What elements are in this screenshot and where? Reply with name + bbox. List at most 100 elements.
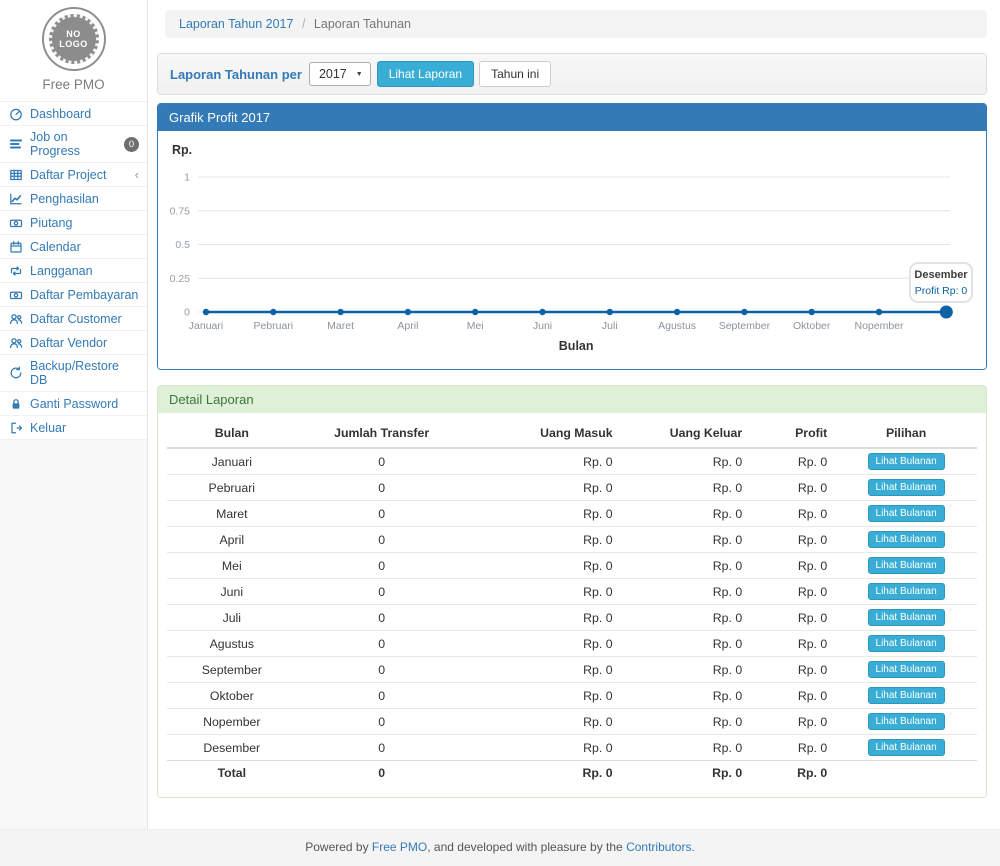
chart-xtick-label: Maret	[327, 320, 354, 332]
sidebar-item-daftar-vendor[interactable]: Daftar Vendor	[0, 331, 147, 355]
column-header-uang-masuk: Uang Masuk	[467, 419, 621, 448]
cell-bulan: Agustus	[167, 631, 297, 657]
sign-out-icon	[8, 421, 24, 435]
users-icon	[8, 336, 24, 350]
footer-text: , and developed with pleasure by the	[427, 840, 626, 854]
cell-uang-keluar: Rp. 0	[621, 527, 751, 553]
chart-point[interactable]	[607, 309, 613, 315]
cell-uang-keluar: Rp. 0	[621, 605, 751, 631]
sidebar-item-label: Daftar Vendor	[30, 336, 107, 350]
lihat-laporan-button[interactable]: Lihat Laporan	[377, 61, 474, 87]
cell-uang-keluar: Rp. 0	[621, 657, 751, 683]
cell-profit: Rp. 0	[750, 631, 835, 657]
sidebar-item-ganti-password[interactable]: Ganti Password	[0, 392, 147, 416]
table-header-row: Bulan Jumlah Transfer Uang Masuk Uang Ke…	[167, 419, 977, 448]
footer-link-free-pmo[interactable]: Free PMO	[372, 840, 427, 854]
sidebar-item-backup-restore-db[interactable]: Backup/Restore DB	[0, 355, 147, 392]
sidebar-item-dashboard[interactable]: Dashboard	[0, 102, 147, 126]
chart-point[interactable]	[876, 309, 882, 315]
sidebar-item-label: Calendar	[30, 240, 81, 254]
chart-point[interactable]	[337, 309, 343, 315]
refresh-icon	[8, 366, 24, 380]
chevron-left-icon: ‹	[135, 168, 139, 181]
sidebar-item-calendar[interactable]: Calendar	[0, 235, 147, 259]
lihat-bulanan-button[interactable]: Lihat Bulanan	[868, 505, 945, 522]
sidebar-item-daftar-pembayaran[interactable]: Daftar Pembayaran	[0, 283, 147, 307]
retweet-icon	[8, 264, 24, 278]
tahun-ini-button[interactable]: Tahun ini	[479, 61, 551, 87]
cell-profit: Rp. 0	[750, 657, 835, 683]
table-row: Maret0Rp. 0Rp. 0Rp. 0Lihat Bulanan	[167, 501, 977, 527]
cell-jumlah-transfer: 0	[297, 605, 467, 631]
lihat-bulanan-button[interactable]: Lihat Bulanan	[868, 713, 945, 730]
lihat-bulanan-button[interactable]: Lihat Bulanan	[868, 531, 945, 548]
cell-pilihan: Lihat Bulanan	[835, 448, 977, 475]
cell-bulan: Januari	[167, 448, 297, 475]
cell-profit: Rp. 0	[750, 579, 835, 605]
breadcrumb-link-laporan-tahun[interactable]: Laporan Tahun 2017	[179, 17, 293, 31]
cell-bulan: Juni	[167, 579, 297, 605]
table-row: Oktober0Rp. 0Rp. 0Rp. 0Lihat Bulanan	[167, 683, 977, 709]
footer-link-contributors[interactable]: Contributors.	[626, 840, 695, 854]
cell-jumlah-transfer: 0	[297, 579, 467, 605]
table-row: Desember0Rp. 0Rp. 0Rp. 0Lihat Bulanan	[167, 735, 977, 761]
chart-point[interactable]	[539, 309, 545, 315]
chart-point[interactable]	[270, 309, 276, 315]
chart-point[interactable]	[741, 309, 747, 315]
table-row: Mei0Rp. 0Rp. 0Rp. 0Lihat Bulanan	[167, 553, 977, 579]
cell-pilihan: Lihat Bulanan	[835, 553, 977, 579]
cell-bulan: Pebruari	[167, 475, 297, 501]
sidebar-item-daftar-customer[interactable]: Daftar Customer	[0, 307, 147, 331]
sidebar-item-langganan[interactable]: Langganan	[0, 259, 147, 283]
chart-xtick-label: Juli	[602, 320, 618, 332]
sidebar-item-penghasilan[interactable]: Penghasilan	[0, 187, 147, 211]
lihat-bulanan-button[interactable]: Lihat Bulanan	[868, 557, 945, 574]
table-row: Agustus0Rp. 0Rp. 0Rp. 0Lihat Bulanan	[167, 631, 977, 657]
lock-icon	[8, 397, 24, 411]
chart-point[interactable]	[809, 309, 815, 315]
sidebar-menu: Dashboard Job on Progress 0 Daftar Proje…	[0, 101, 147, 440]
page: NO LOGO Free PMO Dashboard Job on Progre…	[0, 0, 1000, 829]
footer-text: Powered by	[305, 840, 372, 854]
cell-uang-masuk: Rp. 0	[467, 448, 621, 475]
sidebar-item-label: Daftar Customer	[30, 312, 122, 326]
chart-xtick-label: Agustus	[658, 320, 696, 332]
chart-panel-title: Grafik Profit 2017	[158, 104, 986, 131]
chart-xlabel: Bulan	[559, 339, 594, 353]
cell-bulan: Juli	[167, 605, 297, 631]
lihat-bulanan-button[interactable]: Lihat Bulanan	[868, 583, 945, 600]
chart-point[interactable]	[940, 306, 953, 319]
caret-down-icon: ▼	[356, 71, 363, 78]
lihat-bulanan-button[interactable]: Lihat Bulanan	[868, 661, 945, 678]
chart-point[interactable]	[472, 309, 478, 315]
chart-point[interactable]	[674, 309, 680, 315]
chart-point[interactable]	[203, 309, 209, 315]
no-logo-badge: NO LOGO	[42, 7, 106, 71]
detail-panel-body: Bulan Jumlah Transfer Uang Masuk Uang Ke…	[158, 413, 986, 797]
cell-uang-keluar: Rp. 0	[621, 631, 751, 657]
sidebar-item-keluar[interactable]: Keluar	[0, 416, 147, 440]
cell-jumlah-transfer: 0	[297, 709, 467, 735]
cell-profit: Rp. 0	[750, 448, 835, 475]
year-select-value: 2017	[319, 67, 347, 81]
sidebar-item-daftar-project[interactable]: Daftar Project ‹	[0, 163, 147, 187]
lihat-bulanan-button[interactable]: Lihat Bulanan	[868, 739, 945, 756]
lihat-bulanan-button[interactable]: Lihat Bulanan	[868, 609, 945, 626]
cell-pilihan: Lihat Bulanan	[835, 631, 977, 657]
chart-point[interactable]	[405, 309, 411, 315]
cell-bulan: Mei	[167, 553, 297, 579]
lihat-bulanan-button[interactable]: Lihat Bulanan	[868, 453, 945, 470]
lihat-bulanan-button[interactable]: Lihat Bulanan	[868, 635, 945, 652]
year-select[interactable]: 2017 ▼	[309, 62, 371, 86]
sidebar-item-label: Keluar	[30, 421, 66, 435]
table-row: Januari0Rp. 0Rp. 0Rp. 0Lihat Bulanan	[167, 448, 977, 475]
cell-profit: Rp. 0	[750, 501, 835, 527]
profit-line-chart: Rp.00.250.50.751JanuariPebruariMaretApri…	[158, 131, 986, 369]
cell-jumlah-transfer: 0	[297, 448, 467, 475]
sidebar-item-piutang[interactable]: Piutang	[0, 211, 147, 235]
sidebar-item-job-on-progress[interactable]: Job on Progress 0	[0, 126, 147, 163]
lihat-bulanan-button[interactable]: Lihat Bulanan	[868, 687, 945, 704]
sidebar-item-label: Ganti Password	[30, 397, 118, 411]
chart-xtick-label: Oktober	[793, 320, 831, 332]
lihat-bulanan-button[interactable]: Lihat Bulanan	[868, 479, 945, 496]
